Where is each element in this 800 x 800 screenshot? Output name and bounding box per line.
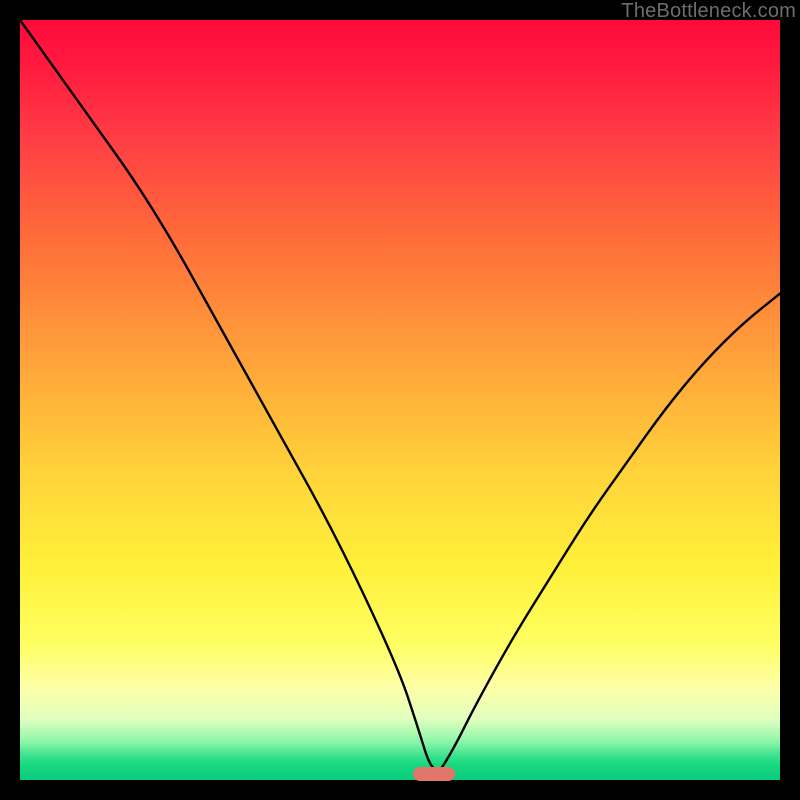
chart-frame: TheBottleneck.com bbox=[0, 0, 800, 800]
bottleneck-curve bbox=[20, 20, 780, 770]
curve-layer bbox=[20, 20, 780, 780]
minimum-marker bbox=[413, 767, 455, 781]
plot-area bbox=[20, 20, 780, 780]
